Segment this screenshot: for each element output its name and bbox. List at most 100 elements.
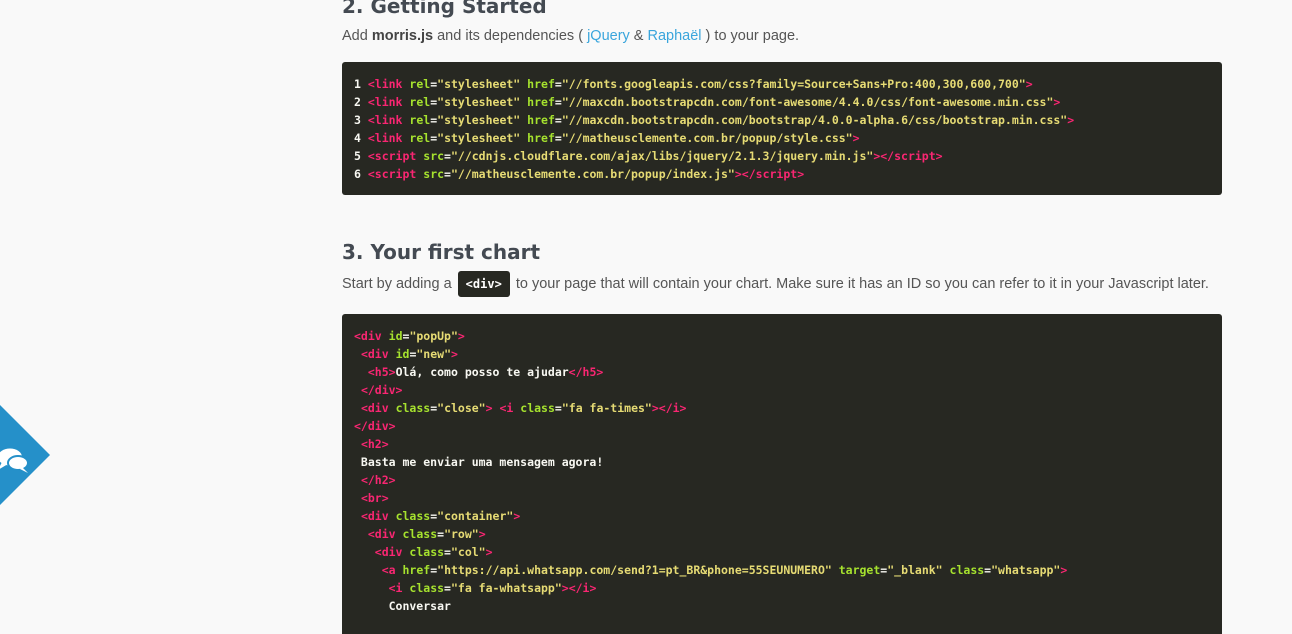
code-line: 6 <script src="//matheusclemente.com.br/… xyxy=(354,165,1210,183)
code-token: <i xyxy=(499,401,514,415)
code-token: "stylesheet" xyxy=(437,113,521,127)
line-number: 6 xyxy=(354,167,368,181)
code-token: rel xyxy=(409,131,431,145)
code-token: "fa fa-times" xyxy=(561,401,652,415)
code-token: class xyxy=(520,401,555,415)
code-token: = xyxy=(554,95,562,109)
code-token: "stylesheet" xyxy=(437,131,521,145)
code-line: <i class="fa fa-whatsapp"></i> xyxy=(354,579,1210,597)
code-token: = xyxy=(554,401,562,415)
code-token: <link xyxy=(367,95,403,109)
code-token: > xyxy=(1067,113,1075,127)
code-line: <div class="container"> xyxy=(354,507,1210,525)
first-chart-heading: 3. Your first chart xyxy=(342,240,541,264)
code-token: "//matheusclemente.com.br/popup/style.cs… xyxy=(561,131,853,145)
code-token: ></ xyxy=(734,167,756,181)
code-token: src xyxy=(423,149,445,163)
code-token: "//fonts.googleapis.com/css?family=Sourc… xyxy=(561,77,1026,91)
line-number: 4 xyxy=(354,131,368,145)
code-token: href xyxy=(527,77,555,91)
code-token: = xyxy=(554,77,562,91)
code-token: src xyxy=(423,167,445,181)
code-token: = xyxy=(554,131,562,145)
code-token: class xyxy=(402,527,438,541)
code-token: <i xyxy=(388,581,403,595)
code-token: "whatsapp" xyxy=(991,563,1061,577)
code-token: "https://api.whatsapp.com/send?1=pt_BR&p… xyxy=(437,563,832,577)
code-token: rel xyxy=(409,113,431,127)
code-token: "new" xyxy=(416,347,451,361)
chat-bubbles-icon xyxy=(0,405,50,505)
code-token: > xyxy=(1025,77,1033,91)
code-token: href xyxy=(527,131,555,145)
code-line: <h5>Olá, como posso te ajudar</h5> xyxy=(354,363,1210,381)
code-line: Basta me enviar uma mensagem agora! xyxy=(354,453,1210,471)
code-token: class xyxy=(409,581,445,595)
code-token: > xyxy=(388,365,396,379)
chat-widget-button[interactable] xyxy=(0,405,50,505)
code-line: <br> xyxy=(354,489,1210,507)
code-token: > xyxy=(935,149,943,163)
code-token: <a xyxy=(381,563,396,577)
line-number: 3 xyxy=(354,113,368,127)
code-token: target xyxy=(838,563,881,577)
getting-started-intro: Add morris.js and its dependencies ( jQu… xyxy=(342,28,800,44)
code-token: "stylesheet" xyxy=(437,95,521,109)
code-token: "fa fa-whatsapp" xyxy=(450,581,562,595)
code-token: Olá, como posso te ajudar xyxy=(395,365,569,379)
code-token: "col" xyxy=(450,545,486,559)
code-token: <h5 xyxy=(367,365,389,379)
code-token: ></i> xyxy=(561,581,597,595)
inline-code-div: <div> xyxy=(457,271,510,298)
code-token: href xyxy=(527,95,555,109)
code-token: "popUp" xyxy=(409,329,458,343)
code-line: 5 <script src="//cdnjs.cloudflare.com/aj… xyxy=(354,147,1210,165)
code-token: > xyxy=(478,527,486,541)
chart-markup-code-block[interactable]: <div id="popUp"> <div id="new"> <h5>Olá,… xyxy=(342,314,1222,634)
code-line: 3 <link rel="stylesheet" href="//maxcdn.… xyxy=(354,111,1210,129)
code-token: > xyxy=(457,329,465,343)
code-token: "_blank" xyxy=(887,563,943,577)
code-token: > xyxy=(451,347,458,361)
code-line: </div> xyxy=(354,417,1210,435)
code-token: > xyxy=(381,437,389,451)
code-token: ></i> xyxy=(651,401,687,415)
code-line: 1 <link rel="stylesheet" href="//fonts.g… xyxy=(354,75,1210,93)
code-token: <br xyxy=(360,491,382,505)
code-line: </h2> xyxy=(354,471,1210,489)
code-token: <div xyxy=(360,509,389,523)
code-token: class xyxy=(949,563,985,577)
code-token: > xyxy=(852,131,860,145)
raphael-link[interactable]: Raphaël xyxy=(648,28,702,44)
code-token: </h2> xyxy=(360,473,396,487)
code-token: id xyxy=(395,347,410,361)
code-line: <div id="new"> xyxy=(354,345,1210,363)
code-token: rel xyxy=(409,77,431,91)
code-token: href xyxy=(527,113,555,127)
code-token: "close" xyxy=(437,401,486,415)
code-token: "//matheusclemente.com.br/popup/index.js… xyxy=(450,167,735,181)
code-token: "//cdnjs.cloudflare.com/ajax/libs/jquery… xyxy=(450,149,874,163)
code-token: class xyxy=(409,545,445,559)
code-line: 4 <link rel="stylesheet" href="//matheus… xyxy=(354,129,1210,147)
code-line: </div> xyxy=(354,381,1210,399)
code-line: <a href="https://api.whatsapp.com/send?1… xyxy=(354,561,1210,579)
jquery-link[interactable]: jQuery xyxy=(587,28,630,44)
code-token: id xyxy=(388,329,403,343)
dependencies-code-block[interactable]: 1 <link rel="stylesheet" href="//fonts.g… xyxy=(342,62,1222,195)
code-line: 2 <link rel="stylesheet" href="//maxcdn.… xyxy=(354,93,1210,111)
code-token: </h5> xyxy=(568,365,604,379)
